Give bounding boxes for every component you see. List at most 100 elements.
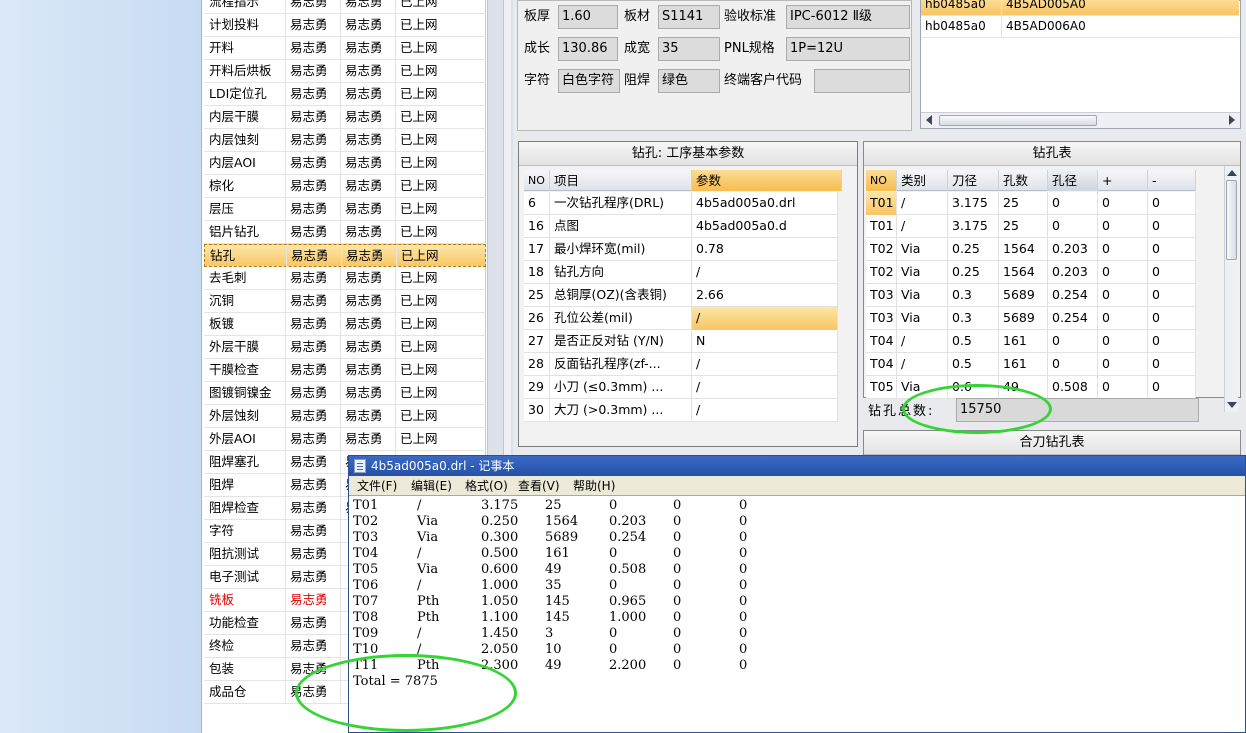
params-row[interactable]: 6 一次钻孔程序(DRL) 4b5ad005a0.drl	[524, 192, 838, 215]
drill-row[interactable]: T01/3.175 25 0 0 0	[866, 215, 1196, 238]
notepad-cell: 0	[609, 642, 618, 657]
process-row[interactable]: 沉铜 易志勇 易志勇 已上网	[204, 290, 486, 313]
drill-row[interactable]: T02 Via 0.25 1564 0.203 0 0	[866, 261, 1196, 284]
process-row[interactable]: 开料 易志勇 易志勇 已上网	[204, 37, 486, 60]
params-col-no[interactable]: NO	[524, 170, 550, 191]
params-row[interactable]: 16 点图 4b5ad005a0.d	[524, 215, 838, 238]
drill-minus: 0	[1148, 215, 1196, 238]
drill-col-type[interactable]: 类别	[897, 170, 948, 191]
process-name: 功能检查	[204, 612, 286, 634]
drill-col-hole[interactable]: 孔径	[1048, 170, 1098, 191]
param-value: 0.78	[692, 238, 838, 261]
drill-row[interactable]: T03 Via 0.3 5689 0.254 0 0	[866, 284, 1196, 307]
notepad-title-bar[interactable]: 4b5ad005a0.drl - 记事本	[349, 456, 1245, 476]
notepad-line: T08 Pth 1.100 145 1.000 0 0	[353, 610, 1233, 626]
drill-col-minus[interactable]: -	[1148, 170, 1196, 191]
param-item: 钻孔方向	[550, 261, 692, 284]
params-row[interactable]: 26 孔位公差(mil) /	[524, 307, 838, 330]
process-row[interactable]: 棕化 易志勇 易志勇 已上网	[204, 175, 486, 198]
horizontal-scrollbar[interactable]	[921, 112, 1240, 128]
drill-hole: 0	[1048, 330, 1098, 353]
scrollbar-thumb[interactable]	[939, 115, 1097, 126]
drill-minus: 0	[1148, 261, 1196, 284]
board-thickness-field[interactable]: 1.60	[558, 5, 618, 29]
process-row[interactable]: 干膜检查 易志勇 易志勇 已上网	[204, 359, 486, 382]
drill-no: T05	[866, 376, 897, 399]
customer-code-label: 终端客户代码	[724, 73, 803, 88]
notepad-line: T04 / 0.500 161 0 0 0	[353, 546, 1233, 562]
drill-panel-title: 钻孔表	[864, 142, 1240, 166]
menu-help[interactable]: 帮助(H)	[573, 476, 615, 496]
process-status: 已上网	[400, 0, 438, 9]
drill-minus: 0	[1148, 330, 1196, 353]
process-row[interactable]: 内层AOI 易志勇 易志勇 已上网	[204, 152, 486, 175]
params-row[interactable]: 29 小刀 (≤0.3mm) ... /	[524, 376, 838, 399]
char-field[interactable]: 白色字符	[558, 69, 620, 93]
process-row[interactable]: 板镀 易志勇 易志勇 已上网	[204, 313, 486, 336]
process-row[interactable]: 外层干膜 易志勇 易志勇 已上网	[204, 336, 486, 359]
notepad-cell: 0	[739, 658, 748, 673]
drill-plus: 0	[1098, 284, 1148, 307]
length-field[interactable]: 130.86	[558, 37, 618, 61]
scroll-down-arrow-icon[interactable]	[1227, 402, 1237, 408]
notepad-cell: 0	[739, 562, 748, 577]
drill-row[interactable]: T01/3.175 25 0 0 0	[866, 192, 1196, 215]
drill-row[interactable]: T03 Via 0.3 5689 0.254 0 0	[866, 307, 1196, 330]
params-row[interactable]: 17 最小焊环宽(mil) 0.78	[524, 238, 838, 261]
drill-row[interactable]: T04/0.5 161 0 0 0	[866, 353, 1196, 376]
drill-count: 1564	[999, 238, 1048, 261]
drill-col-dia[interactable]: 刀径	[948, 170, 999, 191]
standard-field[interactable]: IPC-6012 Ⅱ级	[786, 5, 910, 29]
notepad-cell: 0.600	[481, 562, 519, 577]
process-row[interactable]: 内层干膜 易志勇 易志勇 已上网	[204, 106, 486, 129]
process-row[interactable]: 图镀铜镍金 易志勇 易志勇 已上网	[204, 382, 486, 405]
customer-code-field[interactable]	[814, 69, 910, 93]
vertical-scrollbar[interactable]	[1224, 166, 1238, 412]
width-field[interactable]: 35	[658, 37, 720, 61]
params-col-item[interactable]: 项目	[550, 170, 692, 191]
params-row[interactable]: 30 大刀 (>0.3mm) ... /	[524, 399, 838, 422]
param-item: 最小焊环宽(mil)	[550, 238, 692, 261]
params-row[interactable]: 28 反面钻孔程序(zf-... /	[524, 353, 838, 376]
params-row[interactable]: 25 总铜厚(OZ)(含表铜) 2.66	[524, 284, 838, 307]
scroll-right-arrow-icon[interactable]	[1229, 115, 1235, 125]
scrollbar-thumb[interactable]	[1226, 180, 1237, 260]
drill-col-count[interactable]: 孔数	[999, 170, 1048, 191]
drill-minus: 0	[1148, 376, 1196, 399]
notepad-cell: /	[417, 578, 422, 593]
drill-col-plus[interactable]: +	[1098, 170, 1148, 191]
process-operator: 易志勇	[286, 152, 341, 174]
process-row[interactable]: 钻孔 易志勇 易志勇 已上网	[204, 244, 486, 267]
drill-row[interactable]: T02 Via 0.25 1564 0.203 0 0	[866, 238, 1196, 261]
menu-view[interactable]: 查看(V)	[518, 476, 560, 496]
process-row[interactable]: 开料后烘板 易志勇 易志勇 已上网	[204, 60, 486, 83]
process-row[interactable]: 流程指示 易志勇 易志勇 已上网	[204, 0, 486, 14]
process-row[interactable]: LDI定位孔 易志勇 易志勇 已上网	[204, 83, 486, 106]
menu-file[interactable]: 文件(F)	[357, 476, 397, 496]
order-row[interactable]: hb0485a0 4B5AD005A0	[921, 0, 1239, 16]
process-row[interactable]: 层压 易志勇 易志勇 已上网	[204, 198, 486, 221]
drill-col-no[interactable]: NO	[866, 170, 897, 191]
process-row[interactable]: 外层蚀刻 易志勇 易志勇 已上网	[204, 405, 486, 428]
mask-field[interactable]: 绿色	[658, 69, 720, 93]
params-row[interactable]: 27 是否正反对钻 (Y/N) N	[524, 330, 838, 353]
params-col-param[interactable]: 参数	[692, 170, 842, 191]
params-row[interactable]: 18 钻孔方向 /	[524, 261, 838, 284]
pnl-field[interactable]: 1P=12U	[786, 37, 910, 61]
order-row[interactable]: hb0485a0 4B5AD006A0	[921, 16, 1239, 38]
notepad-cell: T02	[353, 514, 379, 529]
scroll-up-arrow-icon[interactable]	[1227, 170, 1237, 176]
process-row[interactable]: 内层蚀刻 易志勇 易志勇 已上网	[204, 129, 486, 152]
process-row[interactable]: 外层AOI 易志勇 易志勇 已上网	[204, 428, 486, 451]
drill-row[interactable]: T04/0.5 161 0 0 0	[866, 330, 1196, 353]
scroll-left-arrow-icon[interactable]	[926, 115, 932, 125]
drill-minus: 0	[1148, 238, 1196, 261]
process-row[interactable]: 计划投料 易志勇 易志勇 已上网	[204, 14, 486, 37]
process-row[interactable]: 铝片钻孔 易志勇 易志勇 已上网	[204, 221, 486, 244]
menu-edit[interactable]: 编辑(E)	[411, 476, 452, 496]
process-row[interactable]: 去毛刺 易志勇 易志勇 已上网	[204, 267, 486, 290]
menu-format[interactable]: 格式(O)	[465, 476, 508, 496]
notepad-cell: 0	[739, 610, 748, 625]
material-field[interactable]: S1141	[658, 5, 720, 29]
process-name: 图镀铜镍金	[204, 382, 286, 404]
